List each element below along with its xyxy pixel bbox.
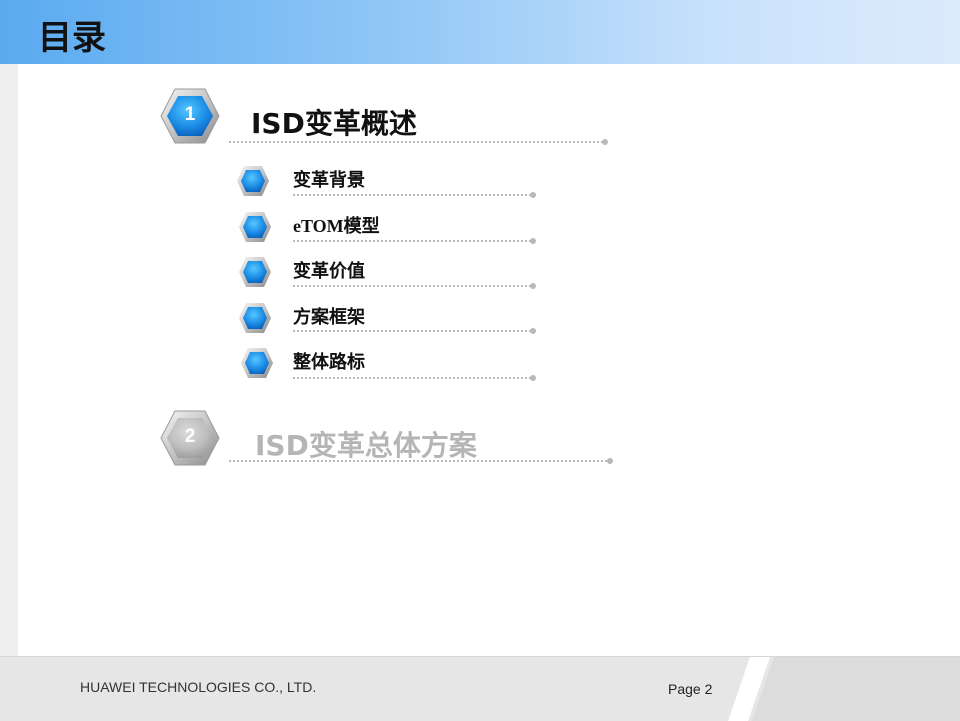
subitem-3-label[interactable]: 变革价值 [293, 257, 365, 283]
section-2-title[interactable]: ISD变革总体方案 [255, 424, 477, 464]
subitem-5-hexagon-icon [240, 346, 274, 380]
subitem-1-label[interactable]: 变革背景 [293, 166, 365, 192]
subitem-3-hexagon-icon [238, 255, 272, 289]
section-1-hexagon-icon: 1 [160, 86, 220, 146]
subitem-1-divider [293, 192, 537, 198]
title-bar: 目录 [0, 0, 960, 64]
footer: HUAWEI TECHNOLOGIES CO., LTD. Page 2 [0, 656, 960, 721]
footer-page-number: Page 2 [668, 681, 713, 697]
footer-company: HUAWEI TECHNOLOGIES CO., LTD. [80, 679, 317, 695]
subitem-2-label[interactable]: eTOM模型 [293, 212, 380, 238]
subitem-2-hexagon-icon [238, 210, 272, 244]
subitem-4-hexagon-icon [238, 301, 272, 335]
subitem-1-hexagon-icon [236, 164, 270, 198]
section-1-title[interactable]: ISD变革概述 [251, 102, 417, 142]
subitem-4-label[interactable]: 方案框架 [293, 303, 365, 329]
subitem-5-divider [293, 375, 537, 381]
page-title: 目录 [38, 18, 106, 58]
subitem-4-divider [293, 328, 537, 334]
section-1-divider [229, 139, 609, 145]
left-margin-strip [0, 64, 18, 656]
section-1-number: 1 [184, 104, 196, 125]
subitem-5-label[interactable]: 整体路标 [293, 348, 365, 374]
subitem-2-divider [293, 238, 537, 244]
section-2-number: 2 [184, 426, 196, 447]
subitem-3-divider [293, 283, 537, 289]
section-2-hexagon-icon: 2 [160, 408, 220, 468]
section-2-divider [229, 458, 615, 464]
